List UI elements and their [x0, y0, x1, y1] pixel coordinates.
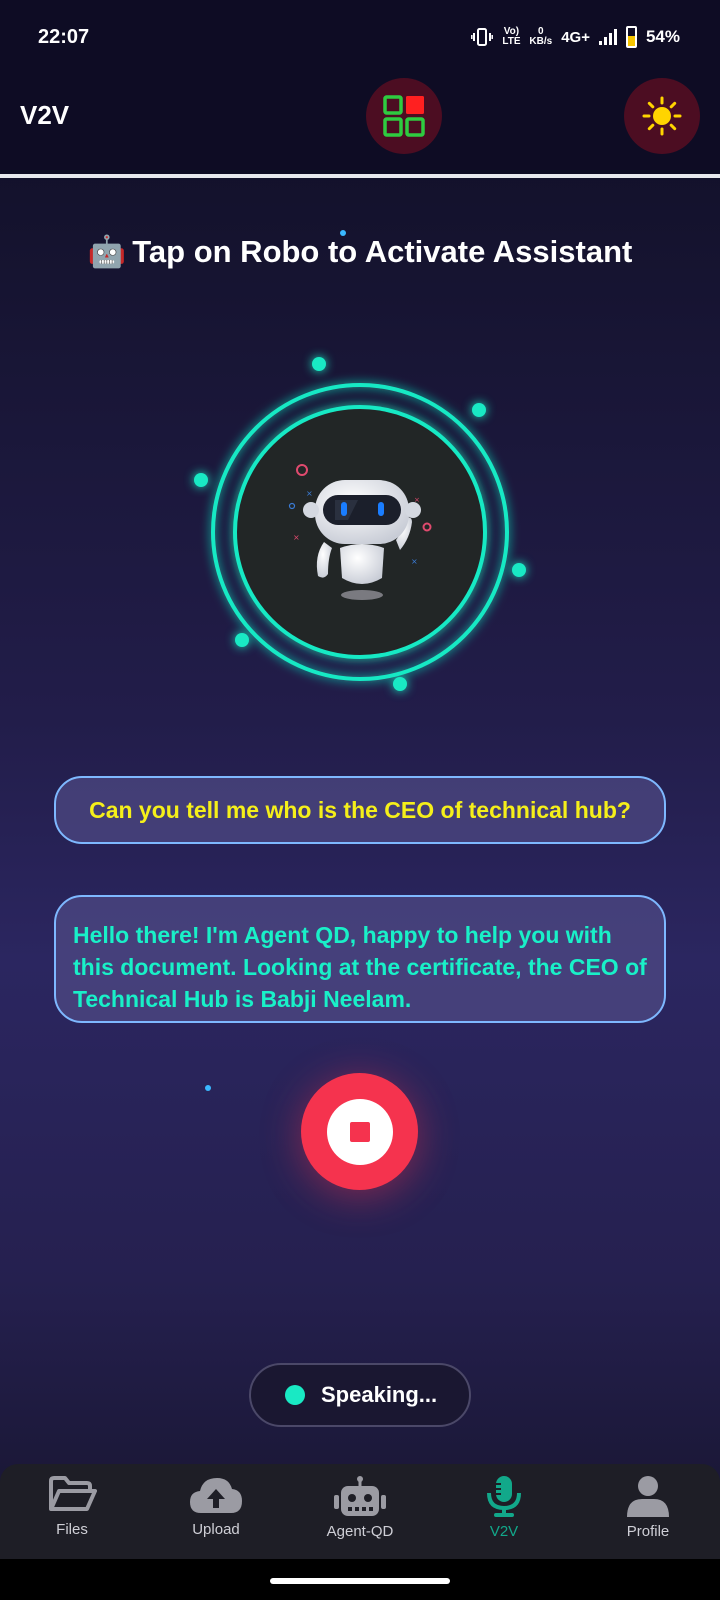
bottom-navigation: Files Upload Agent-QD V2V Profile [0, 1464, 720, 1559]
folder-icon [49, 1476, 97, 1511]
network-type: 4G+ [561, 28, 590, 46]
assistant-answer-bubble: Hello there! I'm Agent QD, happy to help… [54, 895, 666, 1023]
decor-dot [205, 1085, 211, 1091]
status-icons: Vo) LTE 0 KB/s 4G+ 54% [471, 26, 680, 48]
system-gesture-area [0, 1559, 720, 1600]
battery-level [627, 36, 635, 46]
nav-item-files[interactable]: Files [0, 1464, 144, 1559]
nav-label-v2v: V2V [489, 1523, 519, 1540]
data-speed: 0 KB/s [529, 27, 552, 47]
user-question-text: Can you tell me who is the CEO of techni… [89, 796, 631, 823]
user-icon [627, 1476, 669, 1517]
nav-item-profile[interactable]: Profile [576, 1464, 720, 1559]
home-gesture-bar[interactable] [270, 1578, 450, 1584]
nav-label-agent-qd: Agent-QD [326, 1523, 394, 1540]
stop-icon [326, 1098, 393, 1165]
app-header: V2V [0, 78, 720, 174]
stop-speaking-button[interactable] [301, 1073, 418, 1190]
robot-icon [334, 1476, 386, 1516]
nav-item-v2v[interactable]: V2V [432, 1464, 576, 1559]
volte-indicator: Vo) LTE [502, 26, 521, 47]
nav-label-profile: Profile [626, 1523, 670, 1540]
svg-text:×: × [306, 489, 313, 498]
theme-toggle-button[interactable] [624, 78, 700, 154]
svg-text:×: × [293, 533, 300, 542]
nav-label-files: Files [56, 1521, 88, 1538]
microphone-icon [487, 1476, 521, 1517]
signal-icon [598, 29, 617, 45]
speaking-status-text: Speaking... [321, 1382, 438, 1407]
orbit-dot [235, 633, 249, 647]
stop-square [349, 1121, 370, 1142]
robot-emoji-icon: 🤖 [87, 234, 127, 269]
speaking-indicator-dot [285, 1385, 305, 1405]
battery-percent: 54% [645, 27, 680, 46]
cloud-upload-icon [190, 1478, 242, 1513]
nav-label-upload: Upload [192, 1521, 240, 1538]
nav-item-upload[interactable]: Upload [144, 1464, 288, 1559]
sun-icon [642, 96, 682, 136]
page-title: V2V [20, 100, 70, 130]
data-speed-unit: KB/s [529, 36, 553, 47]
header-divider [0, 174, 720, 178]
nav-item-agent-qd[interactable]: Agent-QD [288, 1464, 432, 1559]
battery-icon [625, 26, 637, 48]
orbit-dot [512, 563, 526, 577]
grid-menu-button[interactable] [366, 78, 442, 154]
speaking-status: Speaking... [249, 1363, 471, 1427]
instruction-text: Tap on Robo to Activate Assistant [132, 234, 633, 269]
grid-icon [383, 95, 425, 137]
orbit-dot [312, 357, 326, 371]
assistant-answer-text: Hello there! I'm Agent QD, happy to help… [73, 922, 647, 1012]
instruction-title: 🤖 Tap on Robo to Activate Assistant [0, 233, 720, 270]
status-bar: 22:07 Vo) LTE 0 KB/s 4G+ 54% [0, 0, 720, 78]
vibrate-icon [471, 28, 494, 46]
svg-text:×: × [411, 557, 418, 566]
orbit-dot [194, 473, 208, 487]
orbit-dot [472, 403, 486, 417]
orbit-dot [393, 677, 407, 691]
status-time: 22:07 [38, 26, 90, 48]
user-question-bubble: Can you tell me who is the CEO of techni… [54, 776, 666, 844]
robot-activate-button[interactable]: × × × × [190, 350, 530, 691]
